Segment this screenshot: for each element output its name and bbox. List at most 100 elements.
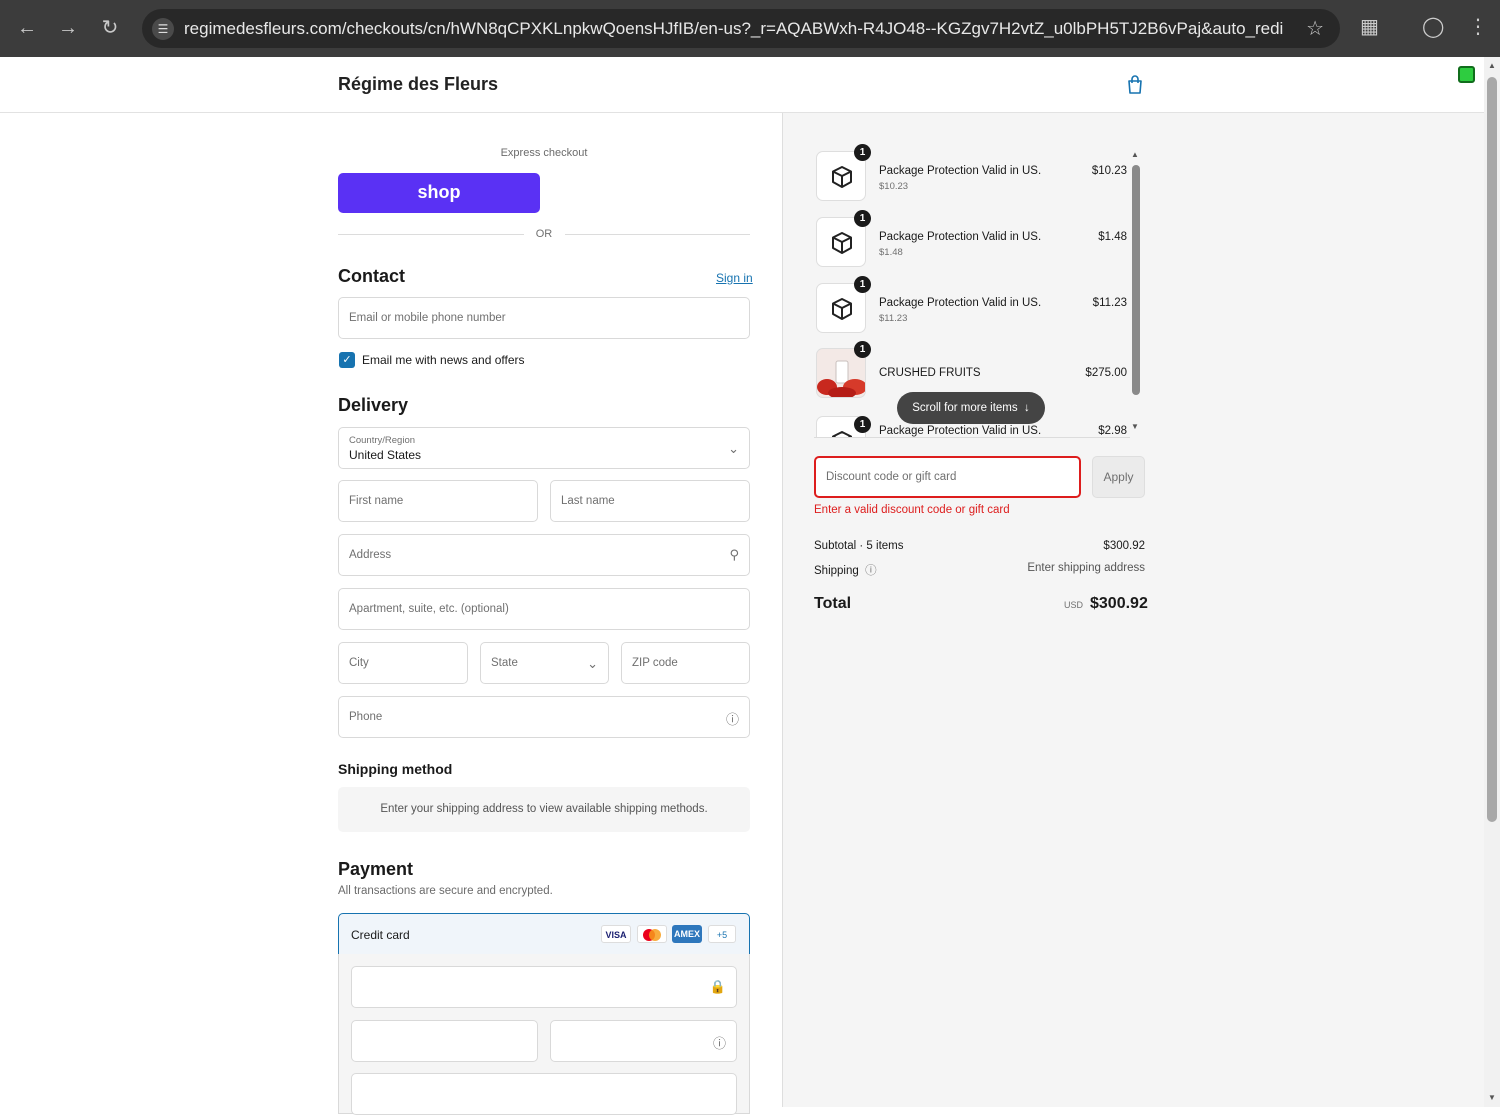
subtotal-value: $300.92 <box>1103 540 1145 552</box>
expiration-field[interactable] <box>351 1020 538 1062</box>
visa-icon: VISA <box>601 925 631 943</box>
page-scroll-thumb[interactable] <box>1487 77 1497 822</box>
store-name[interactable]: Régime des Fleurs <box>338 74 498 95</box>
help-circle-icon[interactable]: ⓘ <box>726 709 739 728</box>
scroll-up-icon[interactable]: ▲ <box>1131 150 1139 159</box>
shop-pay-button[interactable]: shop <box>338 173 540 213</box>
discount-placeholder: Discount code or gift card <box>826 471 957 483</box>
newsletter-checkbox[interactable]: ✓ <box>339 352 355 368</box>
back-icon[interactable]: ← <box>13 14 41 42</box>
mastercard-icon <box>637 925 667 943</box>
list-bottom-divider <box>814 437 1130 438</box>
items-scroll-thumb[interactable] <box>1132 165 1140 395</box>
list-item: 1 Package Protection Valid in US. $1.48 … <box>816 210 1146 273</box>
lock-icon: 🔒 <box>709 979 726 994</box>
more-cards-badge: +5 <box>708 925 736 943</box>
chevron-down-icon: ⌄ <box>728 441 739 456</box>
site-settings-icon[interactable]: ☰ <box>152 18 174 40</box>
quantity-badge: 1 <box>854 276 871 293</box>
subtotal-label: Subtotal · 5 items <box>814 540 904 552</box>
package-icon <box>832 166 852 188</box>
zip-placeholder: ZIP code <box>632 657 678 669</box>
quantity-badge: 1 <box>854 341 871 358</box>
profile-icon[interactable]: ◯ <box>1422 14 1444 39</box>
scroll-down-icon[interactable]: ▼ <box>1487 1093 1497 1102</box>
item-name: Package Protection Valid in US. <box>879 425 1042 437</box>
shopping-bag-icon[interactable] <box>1126 75 1144 95</box>
quantity-badge: 1 <box>854 210 871 227</box>
address-placeholder: Address <box>349 549 392 561</box>
shipping-method-heading: Shipping method <box>338 761 453 777</box>
shipping-value: Enter shipping address <box>1027 562 1145 574</box>
checkout-header: Régime des Fleurs <box>0 57 1484 113</box>
country-select[interactable]: Country/Region United States ⌄ <box>338 427 750 469</box>
last-name-placeholder: Last name <box>561 495 615 507</box>
arrow-down-icon: ↓ <box>1020 402 1030 414</box>
name-on-card-field[interactable] <box>351 1073 737 1115</box>
city-field[interactable]: City <box>338 642 468 684</box>
help-circle-icon[interactable]: ⓘ <box>862 565 877 577</box>
country-label: Country/Region <box>349 435 416 446</box>
state-select[interactable]: State ⌄ <box>480 642 609 684</box>
extension-indicator <box>1458 66 1475 83</box>
quantity-badge: 1 <box>854 144 871 161</box>
email-field[interactable]: Email or mobile phone number <box>338 297 750 339</box>
scroll-more-button[interactable]: Scroll for more items ↓ <box>897 392 1045 424</box>
item-price: $10.23 <box>1091 165 1127 177</box>
discount-error: Enter a valid discount code or gift card <box>814 504 1010 516</box>
apartment-placeholder: Apartment, suite, etc. (optional) <box>349 603 509 615</box>
divider <box>338 234 524 235</box>
package-icon <box>832 232 852 254</box>
newsletter-label: Email me with news and offers <box>362 353 525 367</box>
secure-text: All transactions are secure and encrypte… <box>338 885 553 897</box>
address-field[interactable]: Address ⚲ <box>338 534 750 576</box>
item-subprice: $10.23 <box>879 181 909 192</box>
package-icon <box>832 298 852 320</box>
contact-heading: Contact <box>338 266 405 286</box>
discount-input[interactable]: Discount code or gift card <box>814 456 1081 498</box>
total-currency: USD <box>1064 600 1084 610</box>
item-name: Package Protection Valid in US. <box>879 165 1042 177</box>
url-text[interactable]: regimedesfleurs.com/checkouts/cn/hWN8qCP… <box>184 19 1284 39</box>
card-number-field[interactable]: 🔒 <box>351 966 737 1008</box>
item-name: Package Protection Valid in US. <box>879 231 1042 243</box>
phone-placeholder: Phone <box>349 711 383 723</box>
search-icon: ⚲ <box>729 547 739 562</box>
shipping-method-notice: Enter your shipping address to view avai… <box>338 787 750 832</box>
credit-card-option[interactable]: Credit card VISA AMEX +5 <box>338 913 750 955</box>
address-bar[interactable]: ☰ regimedesfleurs.com/checkouts/cn/hWN8q… <box>142 9 1340 48</box>
phone-field[interactable]: Phone ⓘ <box>338 696 750 738</box>
scroll-up-icon[interactable]: ▲ <box>1487 61 1497 70</box>
security-code-field[interactable]: ⓘ <box>550 1020 737 1062</box>
item-name: Package Protection Valid in US. <box>879 297 1042 309</box>
reload-icon[interactable]: ↻ <box>96 14 124 42</box>
item-price: $275.00 <box>1085 367 1127 379</box>
item-price: $11.23 <box>1092 297 1127 309</box>
menu-dots-icon[interactable]: ⋮ <box>1468 14 1488 39</box>
payment-heading: Payment <box>338 859 414 879</box>
credit-card-label: Credit card <box>351 928 410 942</box>
item-subprice: $11.23 <box>879 313 908 324</box>
country-value: United States <box>349 448 422 462</box>
first-name-placeholder: First name <box>349 495 404 507</box>
scroll-down-icon[interactable]: ▼ <box>1131 422 1139 431</box>
first-name-field[interactable]: First name <box>338 480 538 522</box>
help-circle-icon[interactable]: ⓘ <box>713 1033 726 1052</box>
forward-icon[interactable]: → <box>54 14 82 42</box>
extensions-icon[interactable]: ▦ <box>1360 14 1379 39</box>
page-scrollbar[interactable]: ▲ ▼ <box>1484 57 1500 1107</box>
express-checkout-label: Express checkout <box>500 147 588 159</box>
apply-button[interactable]: Apply <box>1092 456 1145 498</box>
bookmark-star-icon[interactable]: ☆ <box>1306 16 1324 41</box>
sign-in-link[interactable]: Sign in <box>716 271 753 285</box>
apartment-field[interactable]: Apartment, suite, etc. (optional) <box>338 588 750 630</box>
last-name-field[interactable]: Last name <box>550 480 750 522</box>
state-placeholder: State <box>491 657 518 669</box>
delivery-heading: Delivery <box>338 395 409 415</box>
items-scrollbar[interactable]: ▲ ▼ <box>1131 150 1141 435</box>
quantity-badge: 1 <box>854 416 871 433</box>
item-name: CRUSHED FRUITS <box>879 367 981 379</box>
zip-field[interactable]: ZIP code <box>621 642 750 684</box>
list-item: 1 Package Protection Valid in US. $11.23… <box>816 276 1146 339</box>
item-price: $1.48 <box>1098 231 1127 243</box>
